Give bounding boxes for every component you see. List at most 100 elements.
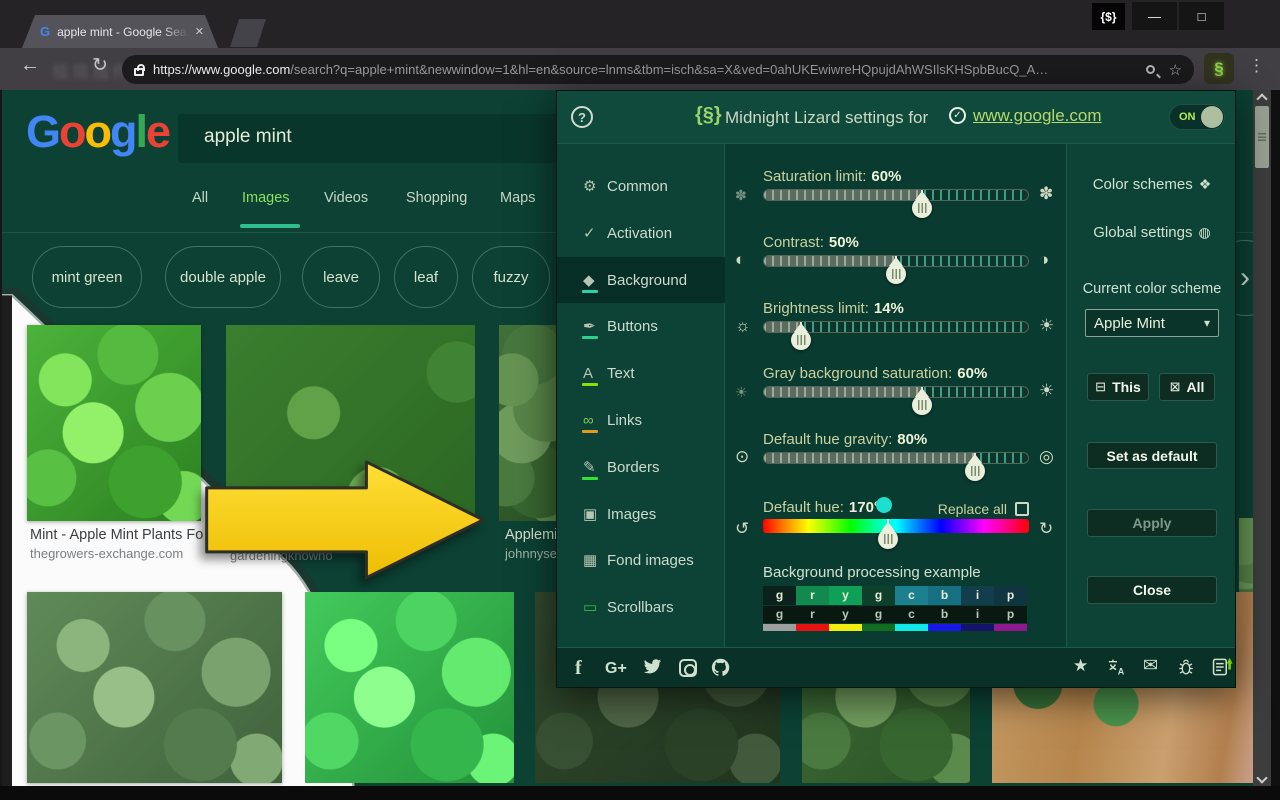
titlebar: G apple mint - Google Sea ✕ {$} — □ ✕ (0, 0, 1280, 48)
facebook-icon[interactable]: f (575, 657, 582, 680)
slider-handle[interactable] (886, 264, 906, 284)
new-tab-button[interactable] (230, 19, 266, 47)
delete-this-button[interactable]: ⊟This (1087, 373, 1149, 401)
window-right-edge (1271, 90, 1280, 800)
sidebar-item-background[interactable]: ◆Background (557, 257, 725, 303)
scrollbar-thumb[interactable] (1255, 106, 1269, 168)
site-link[interactable]: www.google.com (973, 106, 1102, 126)
mail-icon[interactable]: ✉ (1143, 655, 1158, 676)
midnight-lizard-extension-icon[interactable]: § (1204, 53, 1234, 84)
back-button[interactable]: ← (20, 54, 40, 77)
reload-button[interactable]: ↻ (92, 54, 108, 77)
example-cell-processed: p (994, 586, 1027, 605)
github-icon[interactable] (711, 658, 730, 677)
sidebar-item-images[interactable]: ▣Images (557, 494, 725, 534)
slider-handle[interactable] (965, 461, 985, 481)
slider-track[interactable] (763, 321, 1029, 333)
pencil-icon: ✎ (583, 458, 607, 476)
gear-icon: ⚙ (583, 177, 607, 195)
instagram-icon[interactable] (679, 659, 697, 677)
toggle-label: ON (1179, 111, 1196, 123)
changelog-icon[interactable] (1211, 656, 1233, 678)
sidebar-item-fond-images[interactable]: ▦Fond images (557, 540, 725, 580)
color-schemes-link[interactable]: Color schemes❖ (1067, 176, 1237, 193)
text-icon: A (583, 365, 607, 382)
replace-all-checkbox[interactable] (1015, 502, 1029, 516)
slider-value: 60% (957, 365, 987, 382)
sidebar-item-common[interactable]: ⚙Common (557, 166, 725, 206)
sidebar-item-links[interactable]: ∞Links (557, 400, 725, 440)
hue-gravity-high-icon[interactable]: ◎ (1039, 447, 1054, 467)
browser-tab[interactable]: G apple mint - Google Sea ✕ (22, 15, 218, 48)
sidebar-item-label: Images (607, 506, 656, 523)
example-cell-processed: c (895, 586, 928, 605)
page-scrollbar[interactable] (1253, 90, 1271, 786)
help-icon[interactable]: ? (571, 106, 593, 128)
hue-gravity-low-icon[interactable]: ⊙ (735, 447, 749, 467)
example-processed-row: grygcbip (763, 586, 1027, 605)
brightness-high-icon[interactable]: ☀ (1039, 316, 1054, 336)
globe-icon: ◍ (1199, 224, 1211, 240)
gray-saturation-low-icon[interactable]: ☀ (735, 384, 748, 401)
slider-track[interactable] (763, 189, 1029, 201)
zoom-icon[interactable] (1146, 65, 1155, 74)
delete-all-button[interactable]: ⊠All (1159, 373, 1215, 401)
slider-track[interactable] (763, 452, 1029, 464)
slider-handle[interactable] (791, 330, 811, 350)
selected-scheme: Apple Mint (1094, 315, 1204, 332)
on-off-toggle[interactable]: ON (1169, 104, 1225, 130)
bookmark-star-icon[interactable]: ☆ (1169, 61, 1182, 79)
browser-menu-icon[interactable]: ⋮ (1248, 56, 1265, 76)
scroll-down-icon[interactable] (1256, 772, 1267, 783)
google-plus-icon[interactable]: G+ (605, 660, 627, 678)
example-cell-original: g (862, 606, 895, 623)
toggle-knob[interactable] (1201, 106, 1223, 128)
color-scheme-select[interactable]: Apple Mint ▾ (1085, 309, 1219, 337)
icon-underline (582, 336, 598, 339)
translate-icon[interactable]: A (1107, 658, 1127, 676)
minimize-button[interactable]: — (1132, 2, 1177, 30)
example-cell-original: b (928, 606, 961, 623)
sidebar-item-activation[interactable]: ✓Activation (557, 213, 725, 253)
slider-handle[interactable] (912, 198, 932, 218)
slider-track[interactable] (763, 255, 1029, 267)
sidebar-item-borders[interactable]: ✎Borders (557, 447, 725, 487)
sidebar-item-text[interactable]: AText (557, 353, 725, 393)
bug-report-icon[interactable] (1177, 658, 1195, 676)
hue-slider-handle[interactable] (878, 529, 898, 549)
lock-icon (134, 68, 144, 76)
scroll-up-icon[interactable] (1256, 93, 1267, 104)
sidebar-item-scrollbars[interactable]: ▭Scrollbars (557, 587, 725, 627)
trash-all-icon: ⊠ (1170, 379, 1181, 395)
set-as-default-button[interactable]: Set as default (1087, 442, 1217, 469)
close-button[interactable]: Close (1087, 576, 1217, 604)
slider-track[interactable] (763, 386, 1029, 398)
saturation-low-icon[interactable]: ✽ (735, 187, 747, 204)
rate-star-icon[interactable]: ★ (1073, 656, 1088, 676)
sidebar-item-label: Scrollbars (607, 599, 674, 616)
tab-title: apple mint - Google Sea (57, 25, 189, 39)
apply-button[interactable]: Apply (1087, 509, 1217, 537)
hue-slider[interactable] (763, 519, 1029, 533)
tab-close-icon[interactable]: ✕ (195, 25, 204, 38)
slider-label: Contrast:50% (763, 234, 859, 251)
example-cell-original: c (895, 606, 928, 623)
twitter-icon[interactable] (643, 659, 662, 675)
contrast-high-icon[interactable]: ◑ (1039, 250, 1049, 270)
example-cell-original: i (961, 606, 994, 623)
example-color-strip (763, 624, 1027, 631)
brightness-low-icon[interactable]: ☼ (735, 316, 751, 336)
image-icon: ▣ (583, 505, 607, 523)
rotate-ccw-icon[interactable]: ↺ (735, 519, 749, 539)
example-color-segment (763, 624, 796, 631)
rotate-cw-icon[interactable]: ↻ (1039, 519, 1053, 539)
address-bar[interactable]: https://www.google.com/search?q=apple+mi… (122, 55, 1194, 84)
sidebar-item-buttons[interactable]: ✒Buttons (557, 306, 725, 346)
saturation-high-icon[interactable]: ✽ (1039, 184, 1053, 204)
default-hue-row: Default hue:170° Replace all ↺ ↻ (725, 499, 1067, 563)
slider-handle[interactable] (912, 395, 932, 415)
maximize-button[interactable]: □ (1179, 2, 1224, 30)
gray-saturation-high-icon[interactable]: ☀ (1039, 381, 1054, 401)
contrast-low-icon[interactable]: ◐ (735, 250, 745, 270)
global-settings-link[interactable]: Global settings◍ (1067, 224, 1237, 241)
